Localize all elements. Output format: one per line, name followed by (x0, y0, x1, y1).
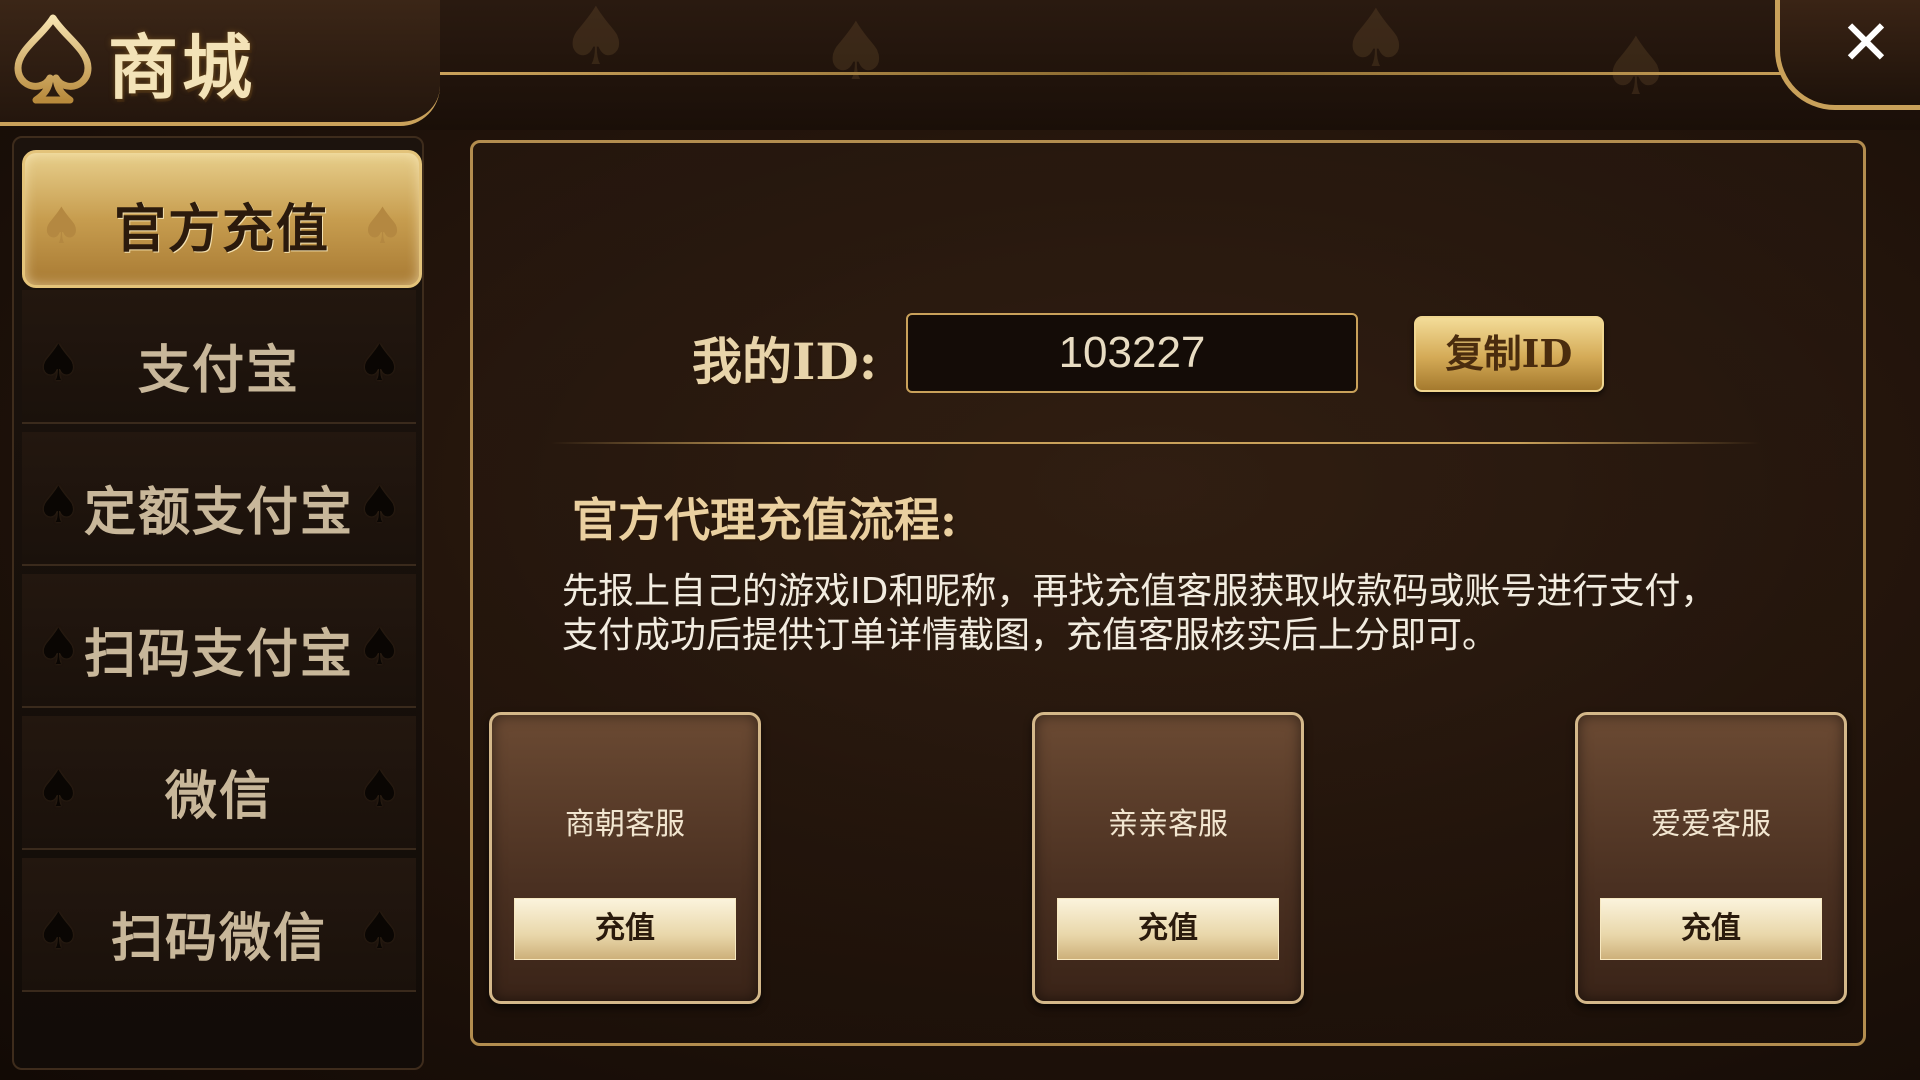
copy-id-button[interactable]: 复制ID (1414, 316, 1604, 392)
spade-icon: ♠ (360, 197, 405, 255)
spade-icon: ♠ (357, 902, 402, 960)
process-title: 官方代理充值流程: (572, 493, 957, 547)
spade-icon (14, 14, 92, 104)
spade-icon: ♠ (357, 476, 402, 534)
close-button[interactable]: ✕ (1775, 0, 1920, 110)
recharge-button[interactable]: 充值 (1057, 898, 1279, 960)
agent-card: 亲亲客服 充值 (1032, 712, 1304, 1004)
recharge-button[interactable]: 充值 (1600, 898, 1822, 960)
agent-card: 商朝客服 充值 (489, 712, 761, 1004)
sidebar-item-scan-alipay[interactable]: ♠ 扫码支付宝 ♠ (22, 574, 416, 708)
page-title: 商城 (108, 26, 256, 109)
player-id-field: 103227 (906, 313, 1358, 393)
agent-name: 亲亲客服 (1108, 807, 1228, 842)
sidebar: ♠ 官方充值 ♠ ♠ 支付宝 ♠ ♠ 定额支付宝 ♠ ♠ 扫码支付宝 ♠ ♠ 微… (12, 136, 424, 1070)
process-line: 先报上自己的游戏ID和昵称，再找充值客服获取收款码或账号进行支付， (562, 571, 1717, 612)
card-decoration: ♠ (560, 0, 632, 83)
id-label: 我的ID: (692, 332, 878, 391)
agent-name: 爱爱客服 (1651, 807, 1771, 842)
title-plate: 商城 (0, 0, 440, 126)
agent-name: 商朝客服 (565, 807, 685, 842)
spade-icon: ♠ (357, 334, 402, 392)
close-icon: ✕ (1840, 6, 1892, 79)
sidebar-item-alipay[interactable]: ♠ 支付宝 ♠ (22, 290, 416, 424)
spade-icon: ♠ (357, 618, 402, 676)
header-bar: ♠ ♠ ♠ ♠ ♠ 商城 ✕ (0, 0, 1920, 130)
header-divider (440, 72, 1840, 75)
process-instructions: 先报上自己的游戏ID和昵称，再找充值客服获取收款码或账号进行支付， 支付成功后提… (562, 570, 1812, 658)
card-decoration: ♠ (1600, 20, 1672, 113)
agent-card: 爱爱客服 充值 (1575, 712, 1847, 1004)
card-decoration: ♠ (820, 5, 892, 98)
sidebar-item-official-recharge[interactable]: ♠ 官方充值 ♠ (22, 150, 422, 288)
process-line: 支付成功后提供订单详情截图，充值客服核实后上分即可。 (562, 615, 1499, 656)
sidebar-item-scan-wechat[interactable]: ♠ 扫码微信 ♠ (22, 858, 416, 992)
recharge-button[interactable]: 充值 (514, 898, 736, 960)
sidebar-item-wechat[interactable]: ♠ 微信 ♠ (22, 716, 416, 850)
spade-icon: ♠ (357, 760, 402, 818)
sidebar-item-fixed-alipay[interactable]: ♠ 定额支付宝 ♠ (22, 432, 416, 566)
section-divider (550, 442, 1760, 444)
